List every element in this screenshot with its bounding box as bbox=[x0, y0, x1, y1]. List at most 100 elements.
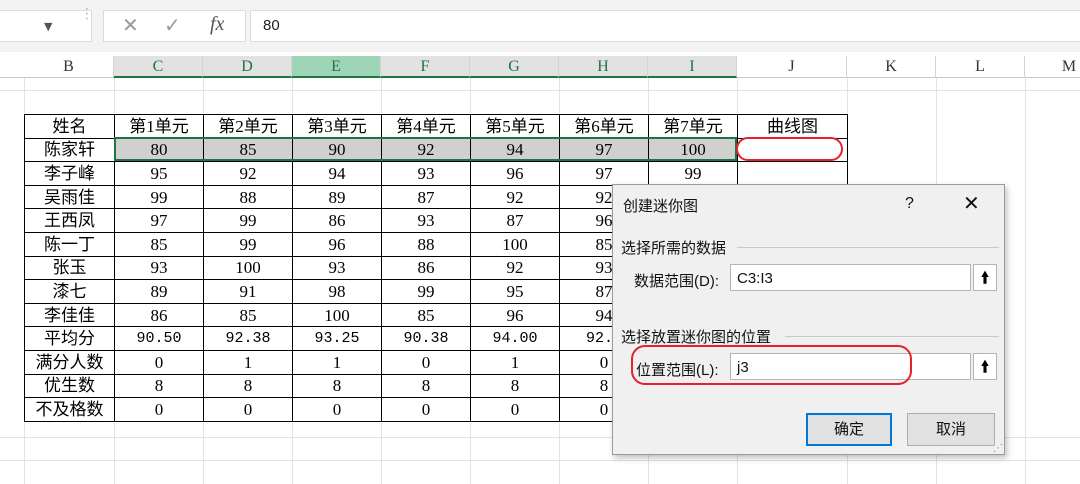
score-cell[interactable]: 96 bbox=[292, 231, 382, 257]
stat-cell[interactable]: 8 bbox=[203, 373, 293, 399]
score-cell[interactable]: 99 bbox=[648, 161, 738, 186]
score-cell[interactable]: 93 bbox=[114, 255, 204, 281]
score-cell[interactable]: 87 bbox=[470, 208, 560, 233]
score-cell[interactable]: 85 bbox=[381, 302, 471, 328]
score-cell[interactable]: 100 bbox=[203, 255, 293, 281]
formula-input[interactable]: 80 bbox=[250, 10, 1080, 42]
score-cell[interactable]: 95 bbox=[114, 161, 204, 186]
header-cell[interactable]: 第3单元 bbox=[292, 114, 382, 139]
help-icon[interactable]: ? bbox=[905, 195, 914, 213]
column-header-l[interactable]: L bbox=[936, 56, 1025, 78]
enter-formula-icon[interactable]: ✓ bbox=[164, 13, 181, 37]
name-box[interactable]: ▼ bbox=[0, 10, 92, 42]
stat-cell[interactable]: 1 bbox=[292, 349, 382, 375]
column-header-b[interactable]: B bbox=[24, 56, 114, 78]
stat-cell[interactable]: 90.50 bbox=[114, 326, 204, 351]
column-header-k[interactable]: K bbox=[847, 56, 936, 78]
score-cell[interactable]: 99 bbox=[114, 184, 204, 210]
column-header-m[interactable]: M bbox=[1025, 56, 1080, 78]
name-cell[interactable]: 陈家轩 bbox=[24, 137, 115, 163]
score-cell[interactable]: 88 bbox=[203, 184, 293, 210]
score-cell[interactable]: 99 bbox=[203, 231, 293, 257]
collapse-dialog-icon[interactable]: 🠙 bbox=[973, 353, 997, 380]
close-icon[interactable]: ✕ bbox=[963, 191, 980, 216]
column-header-f[interactable]: F bbox=[381, 56, 470, 78]
header-cell[interactable]: 第5单元 bbox=[470, 114, 560, 139]
sparkline-cell[interactable] bbox=[737, 161, 848, 186]
score-cell-c3[interactable]: 80 bbox=[114, 137, 204, 163]
stat-cell[interactable]: 90.38 bbox=[381, 326, 471, 351]
data-range-input[interactable]: C3:I3 bbox=[730, 264, 971, 291]
insert-function-icon[interactable]: fx bbox=[210, 13, 224, 36]
score-cell[interactable]: 86 bbox=[114, 302, 204, 328]
stat-cell[interactable]: 0 bbox=[381, 397, 471, 422]
score-cell[interactable]: 99 bbox=[381, 279, 471, 304]
stat-cell[interactable]: 0 bbox=[114, 397, 204, 422]
cancel-formula-icon[interactable]: ✕ bbox=[122, 13, 139, 37]
name-cell[interactable]: 张玉 bbox=[24, 255, 115, 281]
stat-cell[interactable]: 92.38 bbox=[203, 326, 293, 351]
column-header-h[interactable]: H bbox=[559, 56, 648, 78]
score-cell[interactable]: 85 bbox=[203, 302, 293, 328]
header-cell[interactable]: 第7单元 bbox=[648, 114, 738, 139]
stat-cell[interactable]: 0 bbox=[203, 397, 293, 422]
score-cell[interactable]: 89 bbox=[292, 184, 382, 210]
score-cell[interactable]: 100 bbox=[648, 137, 738, 163]
stat-cell[interactable]: 0 bbox=[114, 349, 204, 375]
score-cell[interactable]: 87 bbox=[381, 184, 471, 210]
score-cell[interactable]: 100 bbox=[292, 302, 382, 328]
stat-cell[interactable]: 1 bbox=[470, 349, 560, 375]
resize-grip-icon[interactable]: ⋰ bbox=[993, 443, 1003, 454]
score-cell[interactable]: 93 bbox=[381, 208, 471, 233]
header-cell[interactable]: 第4单元 bbox=[381, 114, 471, 139]
score-cell[interactable]: 91 bbox=[203, 279, 293, 304]
column-header-e[interactable]: E bbox=[292, 56, 381, 78]
namebox-dropdown-icon[interactable]: ▼ bbox=[44, 20, 52, 33]
stat-cell[interactable]: 0 bbox=[470, 397, 560, 422]
score-cell[interactable]: 86 bbox=[292, 208, 382, 233]
header-cell[interactable]: 第1单元 bbox=[114, 114, 204, 139]
score-cell[interactable]: 93 bbox=[292, 255, 382, 281]
score-cell[interactable]: 85 bbox=[114, 231, 204, 257]
name-cell[interactable]: 李子峰 bbox=[24, 161, 115, 186]
score-cell[interactable]: 95 bbox=[470, 279, 560, 304]
score-cell[interactable]: 92 bbox=[381, 137, 471, 163]
name-cell[interactable]: 李佳佳 bbox=[24, 302, 115, 328]
score-cell[interactable]: 89 bbox=[114, 279, 204, 304]
score-cell[interactable]: 93 bbox=[381, 161, 471, 186]
stat-cell[interactable]: 0 bbox=[292, 397, 382, 422]
name-cell[interactable]: 王西凤 bbox=[24, 208, 115, 233]
score-cell[interactable]: 94 bbox=[470, 137, 560, 163]
score-cell[interactable]: 97 bbox=[559, 161, 649, 186]
score-cell[interactable]: 99 bbox=[203, 208, 293, 233]
cancel-button[interactable]: 取消 bbox=[907, 413, 995, 446]
header-cell[interactable]: 第2单元 bbox=[203, 114, 293, 139]
stat-label-cell[interactable]: 优生数 bbox=[24, 373, 115, 399]
score-cell[interactable]: 96 bbox=[470, 161, 560, 186]
header-cell[interactable]: 第6单元 bbox=[559, 114, 649, 139]
column-header-i[interactable]: I bbox=[648, 56, 737, 78]
stat-label-cell[interactable]: 满分人数 bbox=[24, 349, 115, 375]
score-cell[interactable]: 96 bbox=[470, 302, 560, 328]
stat-cell[interactable]: 1 bbox=[203, 349, 293, 375]
score-cell[interactable]: 92 bbox=[203, 161, 293, 186]
name-cell[interactable]: 漆七 bbox=[24, 279, 115, 304]
stat-cell[interactable]: 8 bbox=[114, 373, 204, 399]
score-cell[interactable]: 92 bbox=[470, 255, 560, 281]
header-cell[interactable]: 曲线图 bbox=[737, 114, 848, 139]
stat-cell[interactable]: 8 bbox=[292, 373, 382, 399]
score-cell[interactable]: 97 bbox=[114, 208, 204, 233]
name-cell[interactable]: 陈一丁 bbox=[24, 231, 115, 257]
stat-label-cell[interactable]: 平均分 bbox=[24, 326, 115, 351]
column-header-j[interactable]: J bbox=[737, 56, 847, 78]
column-header-g[interactable]: G bbox=[470, 56, 559, 78]
ok-button[interactable]: 确定 bbox=[806, 413, 892, 446]
header-cell[interactable]: 姓名 bbox=[24, 114, 115, 139]
stat-cell[interactable]: 8 bbox=[470, 373, 560, 399]
score-cell[interactable]: 86 bbox=[381, 255, 471, 281]
score-cell[interactable]: 88 bbox=[381, 231, 471, 257]
name-cell[interactable]: 吴雨佳 bbox=[24, 184, 115, 210]
column-header-d[interactable]: D bbox=[203, 56, 292, 78]
column-header-c[interactable]: C bbox=[114, 56, 203, 78]
score-cell[interactable]: 92 bbox=[470, 184, 560, 210]
